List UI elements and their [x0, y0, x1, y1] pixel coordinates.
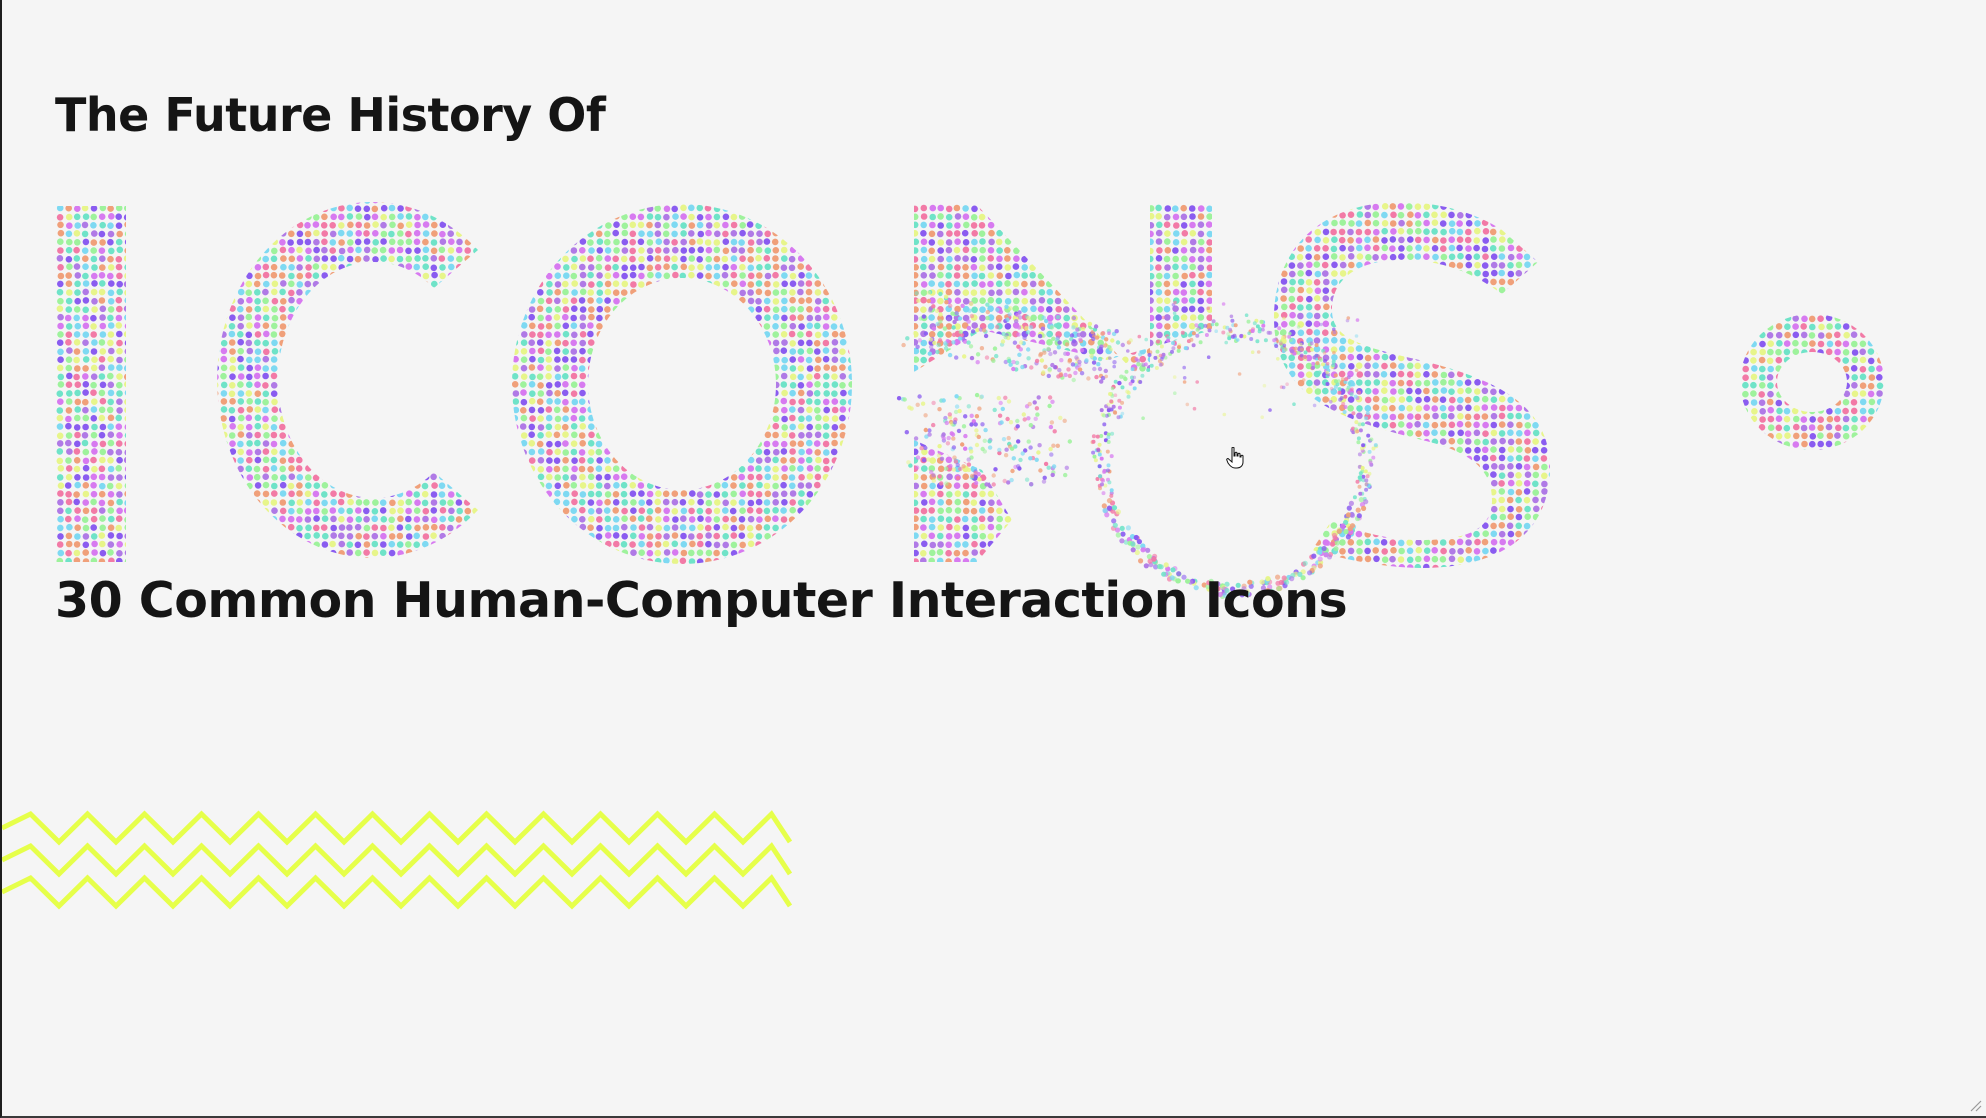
- zigzag-pattern: [2, 810, 793, 910]
- scattered-particles: [896, 289, 1379, 600]
- slide-subtitle: 30 Common Human-Computer Interaction Ico…: [55, 572, 1348, 629]
- hand-pointer-icon: [1226, 447, 1244, 469]
- particle-dots: [56, 201, 1884, 568]
- resize-grip-icon[interactable]: [1968, 1098, 1982, 1112]
- icons-particle-headline: [56, 201, 1884, 600]
- presentation-slide: The Future History Of 30 Common Human-Co…: [0, 0, 1986, 1118]
